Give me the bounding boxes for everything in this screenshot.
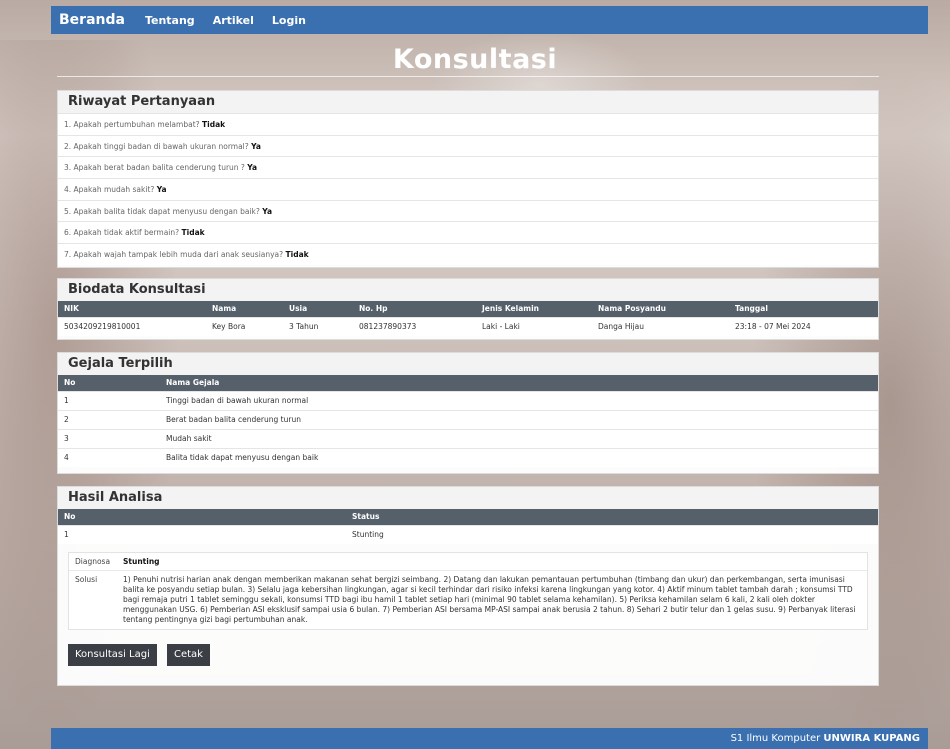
cell-jenis-kelamin: Laki - Laki (476, 316, 592, 336)
konsultasi-lagi-button[interactable]: Konsultasi Lagi (68, 644, 157, 666)
nav-link-artikel[interactable]: Artikel (213, 14, 254, 27)
question-text: 1. Apakah pertumbuhan melambat? (64, 120, 200, 129)
question-text: 2. Apakah tinggi badan di bawah ukuran n… (64, 141, 249, 151)
question-text: 3. Apakah berat badan balita cenderung t… (64, 163, 245, 173)
answer-text: Tidak (181, 228, 205, 238)
diagnosa-table: Diagnosa Stunting Solusi 1) Penuhi nutri… (69, 553, 867, 629)
table-row: 4 Balita tidak dapat menyusu dengan baik (58, 447, 878, 467)
answer-text: Tidak (202, 120, 226, 129)
cell-nama-posyandu: Danga Hijau (592, 316, 729, 336)
cell-no: 4 (58, 447, 160, 467)
col-status: Status (346, 509, 878, 525)
cell-nama: Key Bora (206, 316, 283, 336)
cell-gejala: Tinggi badan di bawah ukuran normal (160, 390, 878, 410)
table-row: 1 Tinggi badan di bawah ukuran normal (58, 390, 878, 410)
page-title: Konsultasi (392, 44, 558, 75)
diagnosa-label: Diagnosa (69, 553, 117, 571)
question-row: 7. Apakah wajah tampak lebih muda dari a… (58, 243, 878, 265)
nav-brand-beranda[interactable]: Beranda (59, 12, 125, 28)
cell-no: 1 (58, 390, 160, 410)
biodata-card: Biodata Konsultasi NIK Nama Usia No. Hp … (57, 278, 879, 340)
question-row: 5. Apakah balita tidak dapat menyusu den… (58, 199, 878, 222)
nav-link-tentang[interactable]: Tentang (145, 14, 195, 27)
col-nik: NIK (58, 301, 206, 317)
question-text: 7. Apakah wajah tampak lebih muda dari a… (64, 250, 284, 260)
question-row: 2. Apakah tinggi badan di bawah ukuran n… (58, 134, 878, 157)
hasil-card: Hasil Analisa No Status 1 Stunting Diagn… (57, 486, 879, 686)
table-row: 5034209219810001 Key Bora 3 Tahun 081237… (58, 316, 878, 336)
cell-no: 3 (58, 428, 160, 448)
col-usia: Usia (283, 301, 353, 317)
footer-text: S1 Ilmu Komputer (730, 733, 824, 744)
answer-text: Ya (251, 141, 261, 151)
hasil-title: Hasil Analisa (58, 487, 878, 509)
question-row: 4. Apakah mudah sakit? Ya (58, 178, 878, 200)
col-no: No (58, 509, 346, 525)
hasil-table: No Status 1 Stunting (58, 509, 878, 544)
biodata-table: NIK Nama Usia No. Hp Jenis Kelamin Nama … (58, 301, 878, 336)
col-jenis-kelamin: Jenis Kelamin (476, 301, 592, 317)
cell-gejala: Berat badan balita cenderung turun (160, 409, 878, 429)
biodata-title: Biodata Konsultasi (58, 279, 878, 301)
table-row: 3 Mudah sakit (58, 428, 878, 448)
riwayat-title: Riwayat Pertanyaan (58, 91, 878, 113)
col-nama-posyandu: Nama Posyandu (592, 301, 729, 317)
question-text: 5. Apakah balita tidak dapat menyusu den… (64, 206, 260, 216)
diagnosa-value: Stunting (117, 553, 867, 571)
title-divider (57, 76, 879, 77)
question-text: 4. Apakah mudah sakit? (64, 185, 155, 195)
table-row: 1 Stunting (58, 524, 878, 544)
solusi-label: Solusi (69, 570, 117, 629)
solusi-value: 1) Penuhi nutrisi harian anak dengan mem… (117, 570, 867, 629)
question-text: 6. Apakah tidak aktif bermain? (64, 228, 180, 238)
answer-text: Ya (156, 185, 167, 195)
col-no: No (58, 375, 160, 391)
nav-link-login[interactable]: Login (272, 14, 306, 27)
gejala-title: Gejala Terpilih (58, 353, 878, 375)
diagnosa-box: Diagnosa Stunting Solusi 1) Penuhi nutri… (68, 552, 868, 630)
answer-text: Tidak (285, 250, 309, 260)
gejala-table: No Nama Gejala 1 Tinggi badan di bawah uk… (58, 375, 878, 467)
gejala-card: Gejala Terpilih No Nama Gejala 1 Tinggi b… (57, 352, 879, 474)
col-nohp: No. Hp (353, 301, 476, 317)
top-navbar: Beranda Tentang Artikel Login (51, 6, 928, 34)
riwayat-card: Riwayat Pertanyaan 1. Apakah pertumbuhan… (57, 90, 879, 268)
table-row: 2 Berat badan balita cenderung turun (58, 409, 878, 429)
footer: S1 Ilmu Komputer UNWIRA KUPANG (51, 728, 928, 749)
col-tanggal: Tanggal (729, 301, 878, 317)
question-row: 3. Apakah berat badan balita cenderung t… (58, 156, 878, 179)
cell-gejala: Balita tidak dapat menyusu dengan baik (160, 447, 878, 467)
cetak-button[interactable]: Cetak (166, 644, 210, 666)
table-header-row: No Status (58, 509, 878, 525)
cell-no: 1 (58, 524, 346, 544)
table-header-row: No Nama Gejala (58, 375, 878, 391)
question-row: 6. Apakah tidak aktif bermain? Tidak (58, 221, 878, 244)
question-row: 1. Apakah pertumbuhan melambat? Tidak (58, 113, 878, 135)
col-nama-gejala: Nama Gejala (160, 375, 878, 391)
answer-text: Ya (247, 163, 258, 173)
cell-status: Stunting (346, 524, 878, 544)
cell-no: 2 (58, 409, 160, 429)
footer-bold-text: UNWIRA KUPANG (823, 733, 920, 744)
action-buttons: Konsultasi Lagi Cetak (58, 630, 878, 678)
cell-usia: 3 Tahun (283, 316, 353, 336)
cell-nohp: 081237890373 (353, 316, 476, 336)
col-nama: Nama (206, 301, 283, 317)
solusi-row: Solusi 1) Penuhi nutrisi harian anak den… (69, 570, 867, 629)
cell-tanggal: 23:18 - 07 Mei 2024 (729, 316, 878, 336)
cell-gejala: Mudah sakit (160, 428, 878, 448)
diagnosa-row: Diagnosa Stunting (69, 553, 867, 571)
cell-nik: 5034209219810001 (58, 316, 206, 336)
answer-text: Ya (262, 206, 273, 216)
table-header-row: NIK Nama Usia No. Hp Jenis Kelamin Nama … (58, 301, 878, 317)
